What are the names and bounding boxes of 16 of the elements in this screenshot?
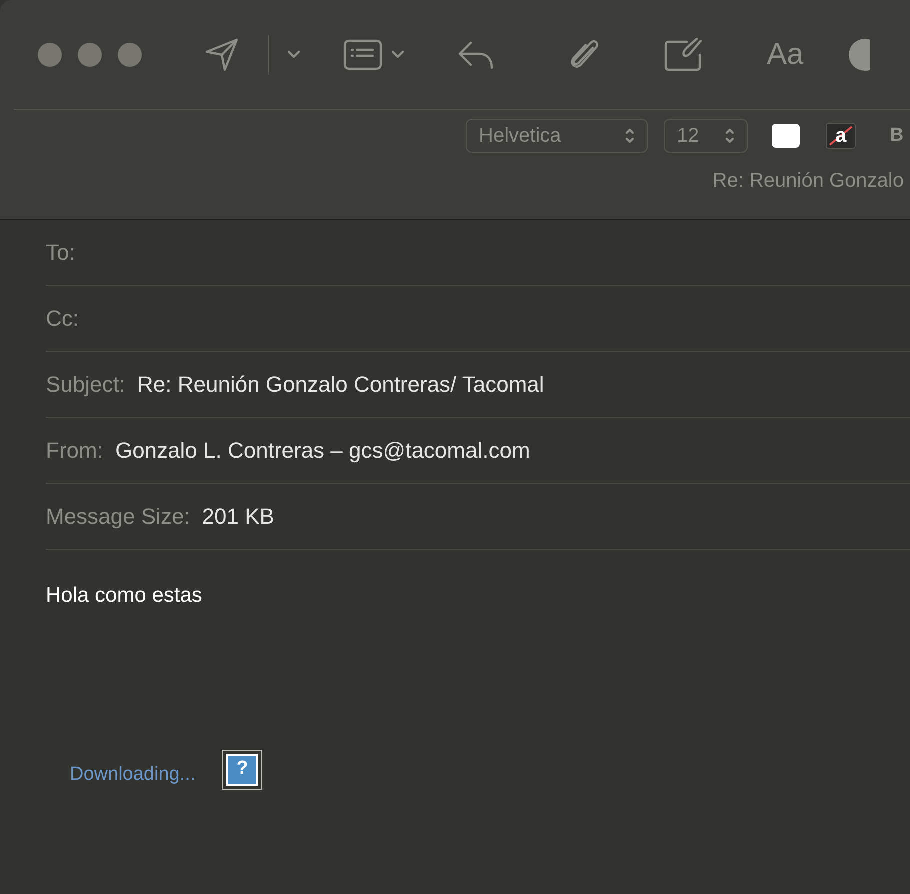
- bold-button[interactable]: B: [890, 122, 904, 150]
- font-select[interactable]: Helvetica: [466, 119, 648, 153]
- message-text: Hola como estas: [46, 583, 204, 609]
- field-label: Cc:: [46, 305, 79, 333]
- field-label: Message Size:: [46, 503, 190, 531]
- field-label: Subject:: [46, 371, 126, 399]
- size-select[interactable]: 12: [664, 119, 748, 153]
- field-label: From:: [46, 437, 104, 465]
- window-title: Re: Reunión Gonzalo: [712, 169, 904, 194]
- field-value: Gonzalo L. Contreras – gcs@tacomal.com: [115, 437, 530, 465]
- field-label: To:: [46, 239, 76, 267]
- question-mark: ?: [236, 758, 248, 780]
- field-value: 201 KB: [202, 503, 274, 531]
- format-button[interactable]: Aa: [767, 32, 804, 77]
- field-value: Re: Reunión Gonzalo Contreras/ Tacomal: [138, 371, 544, 399]
- download-status: Downloading...: [70, 763, 196, 787]
